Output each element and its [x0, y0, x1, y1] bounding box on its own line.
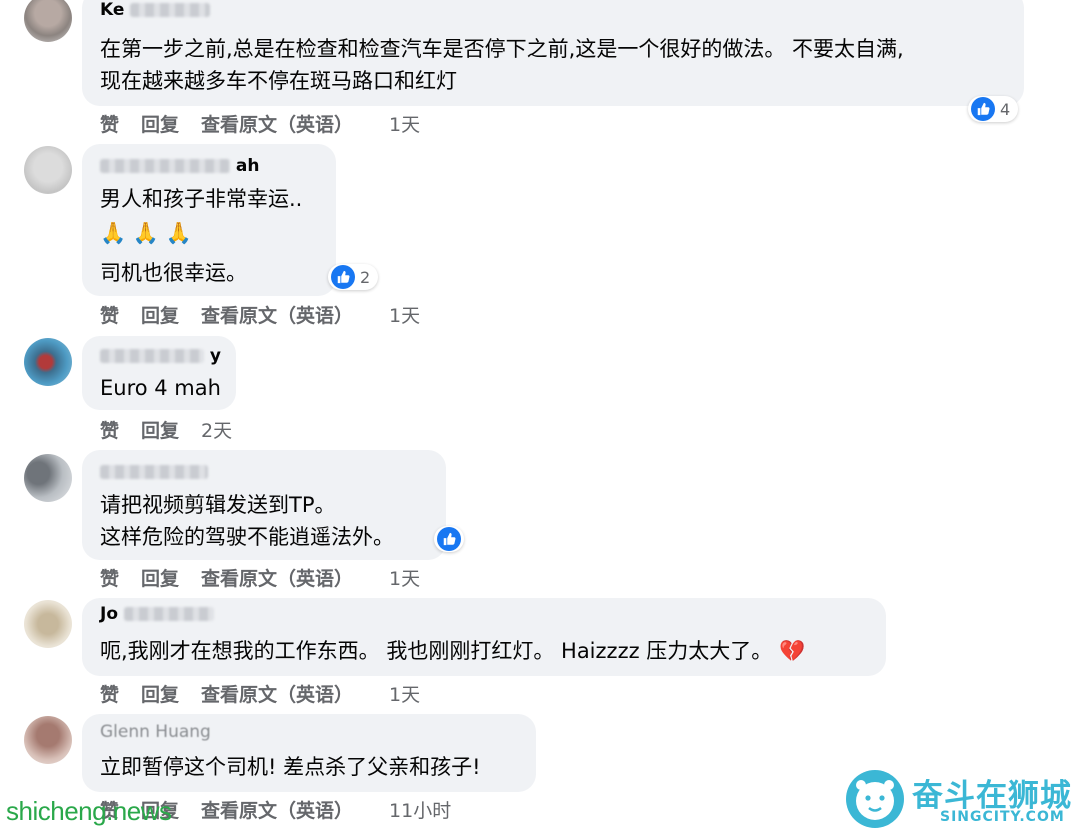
comment-bubble: 请把视频剪辑发送到TP。 这样危险的驾驶不能逍遥法外。	[82, 450, 446, 560]
comment-text-line: 在第一步之前,总是在检查和检查汽车是否停下之前,这是一个很好的做法。 不要太自满…	[100, 37, 904, 61]
comment-bubble: Jo 呃,我刚才在想我的工作东西。 我也刚刚打红灯。 Haizzzz 压力太大了…	[82, 598, 886, 676]
comment-author[interactable]: Ke	[100, 0, 211, 22]
comment-author[interactable]	[100, 462, 208, 484]
comment-text-line: 立即暂停这个司机! 差点杀了父亲和孩子!	[100, 755, 481, 779]
reaction-count: 4	[1000, 99, 1011, 119]
comment-text-line: 🙏 🙏 🙏	[100, 221, 192, 245]
timestamp[interactable]: 2天	[201, 416, 232, 443]
comment-text-line: 现在越来越多车不停在斑马路口和红灯	[100, 69, 457, 93]
like-button[interactable]: 赞	[100, 564, 119, 591]
comment-bubble: ah 男人和孩子非常幸运.. 🙏 🙏 🙏 司机也很幸运。	[82, 144, 336, 296]
comment-author[interactable]: ah	[100, 156, 260, 178]
comment-bubble: Ke 在第一步之前,总是在检查和检查汽车是否停下之前,这是一个很好的做法。 不要…	[82, 0, 1024, 106]
timestamp[interactable]: 1天	[389, 301, 420, 328]
avatar[interactable]	[24, 454, 72, 502]
comment-author[interactable]: Glenn Huang	[100, 722, 211, 744]
comment-text-line: 男人和孩子非常幸运..	[100, 187, 303, 211]
avatar[interactable]	[24, 0, 72, 42]
see-original-button[interactable]: 查看原文（英语）	[201, 796, 353, 823]
redacted-name	[130, 3, 211, 17]
reply-button[interactable]: 回复	[141, 564, 179, 591]
reply-button[interactable]: 回复	[141, 416, 179, 443]
comment-actions: 赞 回复 查看原文（英语） 1天	[100, 680, 420, 706]
like-button[interactable]: 赞	[100, 680, 119, 707]
redacted-name	[100, 465, 208, 479]
author-name[interactable]: Ke	[100, 0, 124, 20]
comment-author[interactable]: y	[100, 346, 221, 368]
author-name[interactable]: Glenn Huang	[100, 722, 211, 742]
like-button[interactable]: 赞	[100, 416, 119, 443]
comment-actions: 赞 回复 查看原文（英语） 1天	[100, 110, 420, 136]
redacted-name	[100, 349, 204, 363]
like-button[interactable]: 赞	[100, 110, 119, 137]
like-reaction-icon	[971, 97, 995, 121]
see-original-button[interactable]: 查看原文（英语）	[201, 680, 353, 707]
like-reaction-icon	[437, 527, 461, 551]
author-name[interactable]: Jo	[100, 604, 118, 624]
watermark-text: shicheng.news	[6, 796, 172, 826]
timestamp[interactable]: 1天	[389, 680, 420, 707]
comment-actions: 赞 回复 2天	[100, 416, 232, 442]
avatar[interactable]	[24, 716, 72, 764]
reaction-summary[interactable]: 4	[968, 96, 1019, 122]
reply-button[interactable]: 回复	[141, 680, 179, 707]
avatar[interactable]	[24, 338, 72, 386]
reaction-count: 2	[360, 267, 371, 287]
like-button[interactable]: 赞	[100, 301, 119, 328]
brand-logo: 奋斗在狮城 SINGCITY.COM	[842, 766, 1076, 832]
comment-text-line: 请把视频剪辑发送到TP。	[100, 493, 336, 517]
reply-button[interactable]: 回复	[141, 110, 179, 137]
author-name[interactable]: ah	[236, 156, 260, 176]
like-reaction-icon	[331, 265, 355, 289]
see-original-button[interactable]: 查看原文（英语）	[201, 564, 353, 591]
comment-bubble: Glenn Huang 立即暂停这个司机! 差点杀了父亲和孩子!	[82, 714, 536, 792]
comment-text-line: 呃,我刚才在想我的工作东西。 我也刚刚打红灯。 Haizzzz 压力太大了。 💔	[100, 639, 806, 663]
comment-author[interactable]: Jo	[100, 604, 214, 626]
see-original-button[interactable]: 查看原文（英语）	[201, 301, 353, 328]
timestamp[interactable]: 11小时	[389, 796, 451, 823]
comment-text-line: 这样危险的驾驶不能逍遥法外。	[100, 525, 394, 549]
reply-button[interactable]: 回复	[141, 301, 179, 328]
see-original-button[interactable]: 查看原文（英语）	[201, 110, 353, 137]
reaction-summary[interactable]	[434, 526, 464, 552]
author-name[interactable]: y	[210, 346, 221, 366]
comment-actions: 赞 回复 查看原文（英语） 1天	[100, 564, 420, 590]
lion-logo-icon	[846, 770, 904, 828]
comment-text-line: Euro 4 mah	[100, 376, 221, 400]
comment-bubble: y Euro 4 mah	[82, 336, 236, 410]
comment-actions: 赞 回复 查看原文（英语） 1天	[100, 301, 420, 327]
brand-subtitle: SINGCITY.COM	[940, 809, 1065, 825]
comment-text-line: 司机也很幸运。	[100, 261, 247, 285]
reaction-summary[interactable]: 2	[328, 264, 379, 290]
avatar[interactable]	[24, 600, 72, 648]
timestamp[interactable]: 1天	[389, 110, 420, 137]
avatar[interactable]	[24, 146, 72, 194]
redacted-name	[100, 159, 230, 173]
redacted-name	[123, 607, 214, 621]
timestamp[interactable]: 1天	[389, 564, 420, 591]
